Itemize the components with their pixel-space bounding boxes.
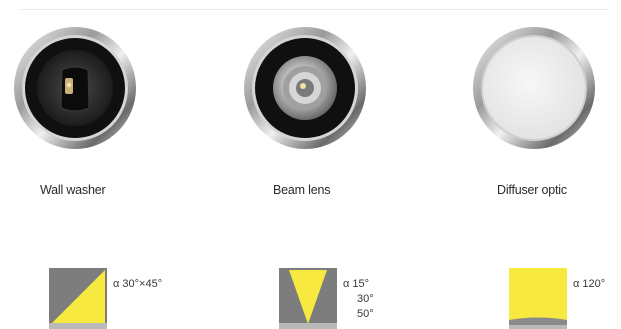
optics-overview: Wall washer Beam lens Diffuser optic α 3… bbox=[0, 0, 621, 329]
diffuser-optic-label: Diffuser optic bbox=[497, 183, 567, 197]
angle-value-30: 30° bbox=[357, 293, 374, 305]
beam-lens-label: Beam lens bbox=[273, 183, 331, 197]
wall-washer-image bbox=[14, 27, 136, 149]
top-divider bbox=[20, 9, 609, 10]
wall-washer-fixture bbox=[13, 22, 137, 163]
wall-washer-angle: α 30°×45° bbox=[113, 277, 162, 291]
diffuser-angle: α 120° bbox=[573, 277, 605, 291]
angle-value: 120° bbox=[582, 278, 606, 290]
angle-alpha-symbol: α bbox=[343, 278, 350, 290]
wall-washer-label: Wall washer bbox=[40, 183, 106, 197]
angle-value-15: 15° bbox=[352, 278, 370, 290]
angle-value: 30°×45° bbox=[122, 278, 163, 290]
angle-alpha-symbol: α bbox=[573, 278, 580, 290]
wall-washer-beam-diagram bbox=[49, 268, 107, 329]
beam-lens-image bbox=[244, 27, 366, 149]
diffuser-optic-fixture bbox=[472, 22, 596, 163]
beam-lens-fixture bbox=[243, 22, 367, 163]
beam-lens-beam-diagram bbox=[279, 268, 337, 329]
beam-lens-angle: α 15° bbox=[343, 277, 369, 291]
angle-value-50: 50° bbox=[357, 308, 374, 320]
angle-alpha-symbol: α bbox=[113, 278, 120, 290]
diffuser-optic-image bbox=[473, 27, 595, 149]
diffuser-beam-diagram bbox=[509, 268, 567, 329]
